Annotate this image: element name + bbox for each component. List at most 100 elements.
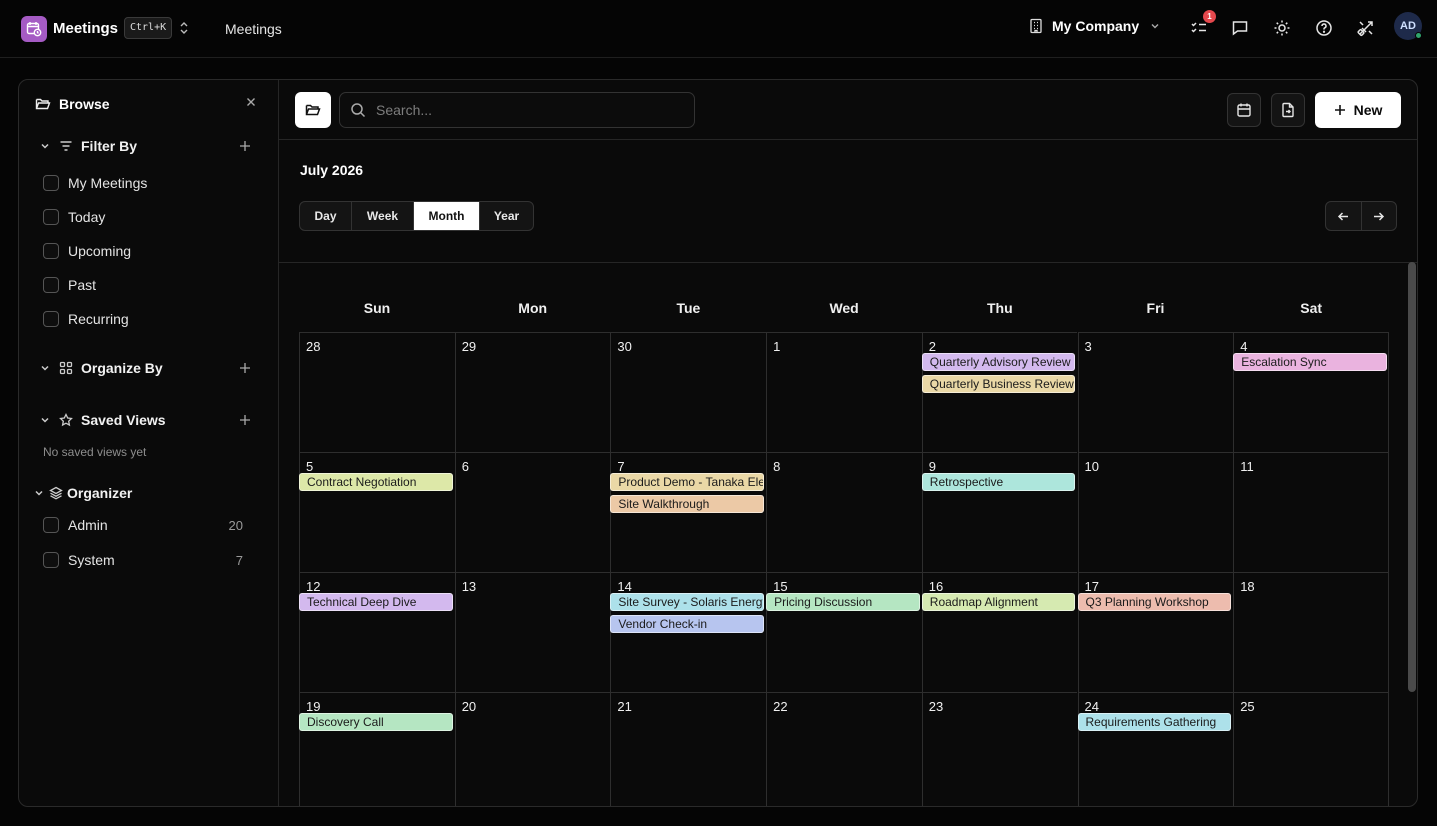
day-cell[interactable]: 18 xyxy=(1233,572,1389,692)
day-cell[interactable]: 8 xyxy=(766,452,922,572)
add-view-plus-icon[interactable] xyxy=(239,414,251,426)
next-month-button[interactable] xyxy=(1362,202,1397,230)
day-cell[interactable]: 15 xyxy=(766,572,922,692)
export-button[interactable] xyxy=(1271,93,1305,127)
day-cell[interactable]: 9 xyxy=(921,452,1078,572)
chevron-down-icon xyxy=(33,487,45,499)
chevron-down-icon xyxy=(39,414,51,426)
calendar-view-button[interactable] xyxy=(1227,93,1261,127)
plus-icon xyxy=(1334,104,1346,116)
filter-upcoming[interactable]: Upcoming xyxy=(43,243,131,259)
day-cell[interactable]: 25 xyxy=(1233,692,1389,806)
search-input[interactable] xyxy=(376,102,676,118)
help-icon[interactable] xyxy=(1314,18,1334,38)
calendar-event[interactable]: Roadmap Alignment xyxy=(921,593,1076,611)
day-cell[interactable]: 29 xyxy=(454,332,611,452)
day-cell[interactable]: 1 xyxy=(766,332,922,452)
day-number: 11 xyxy=(1240,459,1254,474)
organizer-count: 7 xyxy=(235,553,243,568)
close-icon[interactable] xyxy=(245,96,257,108)
add-filter-plus-icon[interactable] xyxy=(239,140,251,152)
checkbox[interactable] xyxy=(43,209,59,225)
scrollbar-thumb[interactable] xyxy=(1408,262,1416,692)
filter-by-label: Filter By xyxy=(81,138,138,154)
filter-my-meetings[interactable]: My Meetings xyxy=(43,175,147,191)
checkbox[interactable] xyxy=(43,517,59,533)
saved-views-section[interactable]: Saved Views xyxy=(39,412,166,428)
day-cell[interactable]: 30 xyxy=(610,332,767,452)
organize-by-label: Organize By xyxy=(81,360,163,376)
organizer-system[interactable]: System xyxy=(43,552,115,568)
tools-icon[interactable] xyxy=(1356,18,1376,38)
calendar-event[interactable]: Requirements Gathering xyxy=(1077,713,1232,731)
filter-past[interactable]: Past xyxy=(43,277,96,293)
organize-by-section[interactable]: Organize By xyxy=(39,360,163,376)
day-cell[interactable]: 16 xyxy=(921,572,1078,692)
calendar-event[interactable]: Escalation Sync xyxy=(1233,353,1387,371)
day-number: 12 xyxy=(306,579,321,594)
calendar-clock-icon[interactable] xyxy=(21,16,47,42)
browse-toggle-button[interactable] xyxy=(295,92,331,128)
online-status-dot xyxy=(1415,32,1422,39)
day-cell[interactable]: 6 xyxy=(454,452,611,572)
filter-by-section[interactable]: Filter By xyxy=(39,138,137,154)
day-cell[interactable]: 23 xyxy=(921,692,1078,806)
no-saved-views-text: No saved views yet xyxy=(43,445,147,459)
day-cell[interactable]: 12 xyxy=(299,572,455,692)
app-name[interactable]: Meetings xyxy=(53,20,118,37)
day-number: 4 xyxy=(1240,339,1248,354)
view-year-button[interactable]: Year xyxy=(480,202,533,230)
calendar-event[interactable]: Technical Deep Dive xyxy=(299,593,453,611)
day-cell[interactable]: 5 xyxy=(299,452,455,572)
chevrons-up-down-icon[interactable] xyxy=(178,20,190,36)
organizer-section[interactable]: Organizer xyxy=(33,485,132,501)
message-icon[interactable] xyxy=(1230,18,1250,38)
checkbox[interactable] xyxy=(43,311,59,327)
day-number: 2 xyxy=(928,339,937,354)
calendar-event[interactable]: Contract Negotiation xyxy=(299,473,453,491)
day-cell[interactable]: 11 xyxy=(1233,452,1389,572)
breadcrumb[interactable]: Meetings xyxy=(225,21,282,37)
day-cell[interactable]: 10 xyxy=(1077,452,1234,572)
day-cell[interactable]: 28 xyxy=(299,332,455,452)
period-navigation xyxy=(1325,201,1397,231)
add-group-plus-icon[interactable] xyxy=(239,362,251,374)
day-cell[interactable]: 21 xyxy=(610,692,767,806)
day-cell[interactable]: 19 xyxy=(299,692,455,806)
checkbox[interactable] xyxy=(43,243,59,259)
day-number: 16 xyxy=(928,579,944,594)
organizer-admin[interactable]: Admin xyxy=(43,517,108,533)
view-month-button[interactable]: Month xyxy=(414,202,480,230)
sun-icon[interactable] xyxy=(1272,18,1292,38)
day-number: 5 xyxy=(306,459,314,474)
calendar-event[interactable]: Discovery Call xyxy=(299,713,453,731)
calendar-event[interactable]: Vendor Check-in xyxy=(610,615,765,633)
day-cell[interactable]: 20 xyxy=(454,692,611,806)
view-day-button[interactable]: Day xyxy=(300,202,352,230)
main-panel: Browse Filter By My Meetings Today Upcom… xyxy=(18,79,1418,807)
calendar-event[interactable]: Q3 Planning Workshop xyxy=(1077,593,1232,611)
calendar-event[interactable]: Site Walkthrough xyxy=(610,495,765,513)
company-switcher[interactable]: My Company xyxy=(1028,18,1161,34)
day-cell[interactable]: 4 xyxy=(1233,332,1389,452)
filter-recurring[interactable]: Recurring xyxy=(43,311,129,327)
calendar-event[interactable]: Quarterly Business Review xyxy=(921,375,1076,393)
search-box[interactable] xyxy=(339,92,695,128)
prev-month-button[interactable] xyxy=(1326,202,1362,230)
checkbox[interactable] xyxy=(43,552,59,568)
day-cell[interactable]: 24 xyxy=(1077,692,1234,806)
new-meeting-button[interactable]: New xyxy=(1315,92,1401,128)
calendar-event[interactable]: Pricing Discussion xyxy=(766,593,920,611)
day-cell[interactable]: 13 xyxy=(454,572,611,692)
day-cell[interactable]: 3 xyxy=(1077,332,1234,452)
calendar-event[interactable]: Retrospective xyxy=(921,473,1076,491)
view-week-button[interactable]: Week xyxy=(352,202,414,230)
calendar-event[interactable]: Product Demo - Tanaka Electronics xyxy=(610,473,765,491)
checkbox[interactable] xyxy=(43,175,59,191)
day-cell[interactable]: 22 xyxy=(766,692,922,806)
checkbox[interactable] xyxy=(43,277,59,293)
filter-today[interactable]: Today xyxy=(43,209,105,225)
day-cell[interactable]: 17 xyxy=(1077,572,1234,692)
calendar-event[interactable]: Quarterly Advisory Review xyxy=(921,353,1076,371)
calendar-event[interactable]: Site Survey - Solaris Energy xyxy=(610,593,765,611)
